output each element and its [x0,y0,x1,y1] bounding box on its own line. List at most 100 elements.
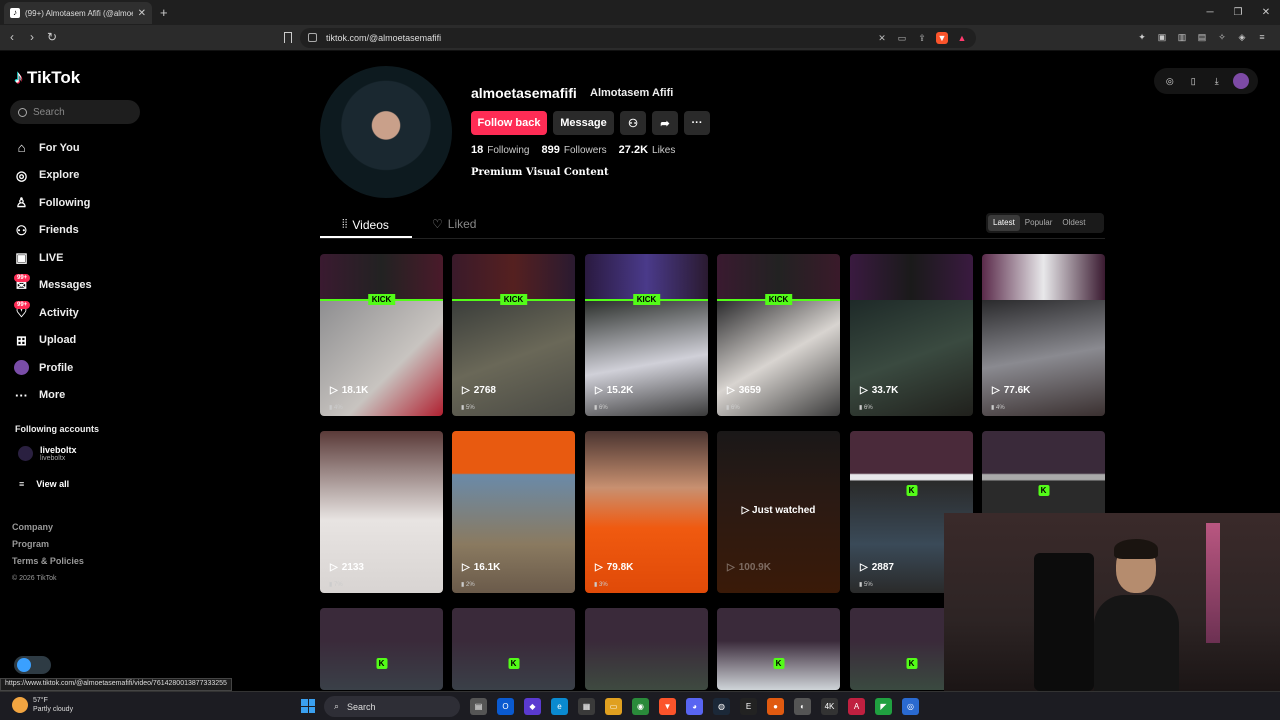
video-card[interactable]: ▷ 33.7K ▮ 6% [850,254,973,416]
sidebar-item-more[interactable]: ··· More [14,382,92,410]
company-link[interactable]: Company [12,519,84,536]
play-icon: ▷ [727,562,735,573]
video-card[interactable]: KICK ▷ 3659 ▮ 6% [717,254,840,416]
video-card[interactable]: K [320,608,443,690]
tiktok-logo[interactable]: ♪ TikTok [14,67,80,88]
bar-chart-icon: ▮ [329,405,333,411]
sort-latest-button[interactable]: Latest [988,215,1020,231]
file-explorer-icon[interactable]: ▭ [605,698,622,715]
kick-logo-icon: K [773,658,784,669]
compass-icon: ◎ [15,167,28,183]
video-card[interactable]: K [452,608,575,690]
tab-liked[interactable]: ♡ Liked [432,217,476,231]
new-tab-button[interactable]: + [160,5,168,20]
video-card[interactable]: K [717,608,840,690]
sort-popular-button[interactable]: Popular [1020,215,1058,231]
search-icon: ⌕ [334,701,340,711]
tab-videos[interactable]: ⦙⦙ Videos [342,217,389,232]
more-options-icon[interactable]: ··· [684,111,710,135]
sidebar-toggle-icon[interactable]: ▥ [1176,31,1188,44]
outlook-icon[interactable]: O [497,698,514,715]
taskbar-search[interactable]: ⌕ Search [324,696,460,717]
device-icon[interactable]: ▯ [1186,76,1200,87]
video-card[interactable] [585,608,708,690]
sidebar-item-activity[interactable]: ♡ 99+ Activity [14,299,92,327]
davinci-icon[interactable]: ◎ [902,698,919,715]
url-input[interactable]: tiktok.com/@almoetasemafifi ✕ ▭ ⇪ ▼ ▲ [300,28,976,48]
video-card[interactable]: ▷ 79.8K ▮ 3% [585,431,708,593]
extensions-icon[interactable]: ✦ [1136,31,1148,44]
share-profile-icon[interactable]: ➦ [652,111,678,135]
user-avatar[interactable] [1233,73,1250,89]
close-tab-icon[interactable]: ✕ [138,8,146,19]
adobe-icon[interactable]: A [848,698,865,715]
minimize-button[interactable]: ─ [1196,0,1224,25]
vpn-icon[interactable]: ◈ [1236,31,1248,44]
sidebar-item-following[interactable]: ♙ Following [14,189,92,217]
leo-ai-icon[interactable]: ✧ [1216,31,1228,44]
edge-icon[interactable]: e [551,698,568,715]
back-icon[interactable]: ‹ [10,30,14,44]
play-icon: ▷ [330,385,338,396]
video-card[interactable]: KICK ▷ 18.1K ▮ 4% [320,254,443,416]
forward-icon[interactable]: › [30,30,34,44]
task-view-icon[interactable]: ▤ [470,698,487,715]
video-views: ▷ 100.9K [727,562,771,573]
sort-oldest-button[interactable]: Oldest [1057,215,1090,231]
video-card[interactable]: ▷ 2133 ▮ 7% [320,431,443,593]
brave-shields-icon[interactable]: ▼ [936,32,948,44]
sidebar-item-profile[interactable]: Profile [14,354,92,382]
message-button[interactable]: Message [553,111,614,135]
brave-icon[interactable]: ▼ [659,698,676,715]
follow-back-button[interactable]: Follow back [471,111,547,135]
video-card[interactable]: ▷ 77.6K ▮ 4% [982,254,1105,416]
play-icon: ▷ [595,562,603,573]
browser-tab[interactable]: ♪ (99+) Almotasem Afifi (@almoetasemafif… [4,2,152,24]
share-icon[interactable]: ⇪ [916,32,928,44]
4k-downloader-icon[interactable]: 4K [821,698,838,715]
wallet-icon[interactable]: ▤ [1196,31,1208,44]
menu-icon[interactable]: ≡ [1256,31,1268,44]
weather-widget[interactable]: 57°F Partly cloudy [12,696,73,714]
maximize-button[interactable]: ❐ [1224,0,1252,25]
following-account-item[interactable]: liveboltx liveboltx [18,445,77,462]
video-card[interactable]: ▷ 16.1K ▮ 2% [452,431,575,593]
sidebar-item-explore[interactable]: ◎ Explore [14,162,92,190]
sidebar-item-messages[interactable]: ✉ 99+ Messages [14,272,92,300]
chrome-icon[interactable]: ◉ [632,698,649,715]
copilot-icon[interactable]: ◆ [524,698,541,715]
sidebar-item-live[interactable]: ▣ LIVE [14,244,92,272]
site-info-icon[interactable] [308,33,317,42]
mute-icon[interactable]: ✕ [876,32,888,44]
steam-icon[interactable]: ◍ [713,698,730,715]
discord-icon[interactable]: ◕ [686,698,703,715]
view-all-button[interactable]: ≡ View all [19,479,69,489]
search-input[interactable]: Search [10,100,140,124]
following-stat[interactable]: 18 Following [471,144,530,156]
video-card[interactable]: KICK ▷ 2768 ▮ 5% [452,254,575,416]
video-card[interactable]: KICK ▷ 15.2K ▮ 6% [585,254,708,416]
sidebar-item-for-you[interactable]: ⌂ For You [14,134,92,162]
coin-icon[interactable]: ◎ [1163,76,1177,87]
program-link[interactable]: Program [12,536,84,553]
sidebar-item-upload[interactable]: ⊞ Upload [14,327,92,355]
nvidia-icon[interactable]: ◤ [875,698,892,715]
obs-icon[interactable]: ● [767,698,784,715]
epic-games-icon[interactable]: E [740,698,757,715]
bookmark-icon[interactable] [284,32,292,43]
add-friend-icon[interactable]: ⚇ [620,111,646,135]
windows-start-icon[interactable] [301,699,315,713]
video-card[interactable]: ▷ Just watched ▷ 100.9K [717,431,840,593]
keyboard-shortcut-toggle[interactable] [14,656,51,674]
reload-icon[interactable]: ↻ [47,30,57,44]
store-icon[interactable]: ▦ [578,698,595,715]
followers-stat[interactable]: 899 Followers [542,144,607,156]
brave-rewards-icon[interactable]: ▲ [956,32,968,44]
download-icon[interactable]: ⤓ [1210,76,1224,87]
close-window-button[interactable]: ✕ [1252,0,1280,25]
app-icon[interactable]: ◐ [794,698,811,715]
terms-link[interactable]: Terms & Policies [12,553,84,570]
screenshot-icon[interactable]: ▣ [1156,31,1168,44]
sidebar-item-friends[interactable]: ⚇ Friends [14,217,92,245]
cast-icon[interactable]: ▭ [896,32,908,44]
